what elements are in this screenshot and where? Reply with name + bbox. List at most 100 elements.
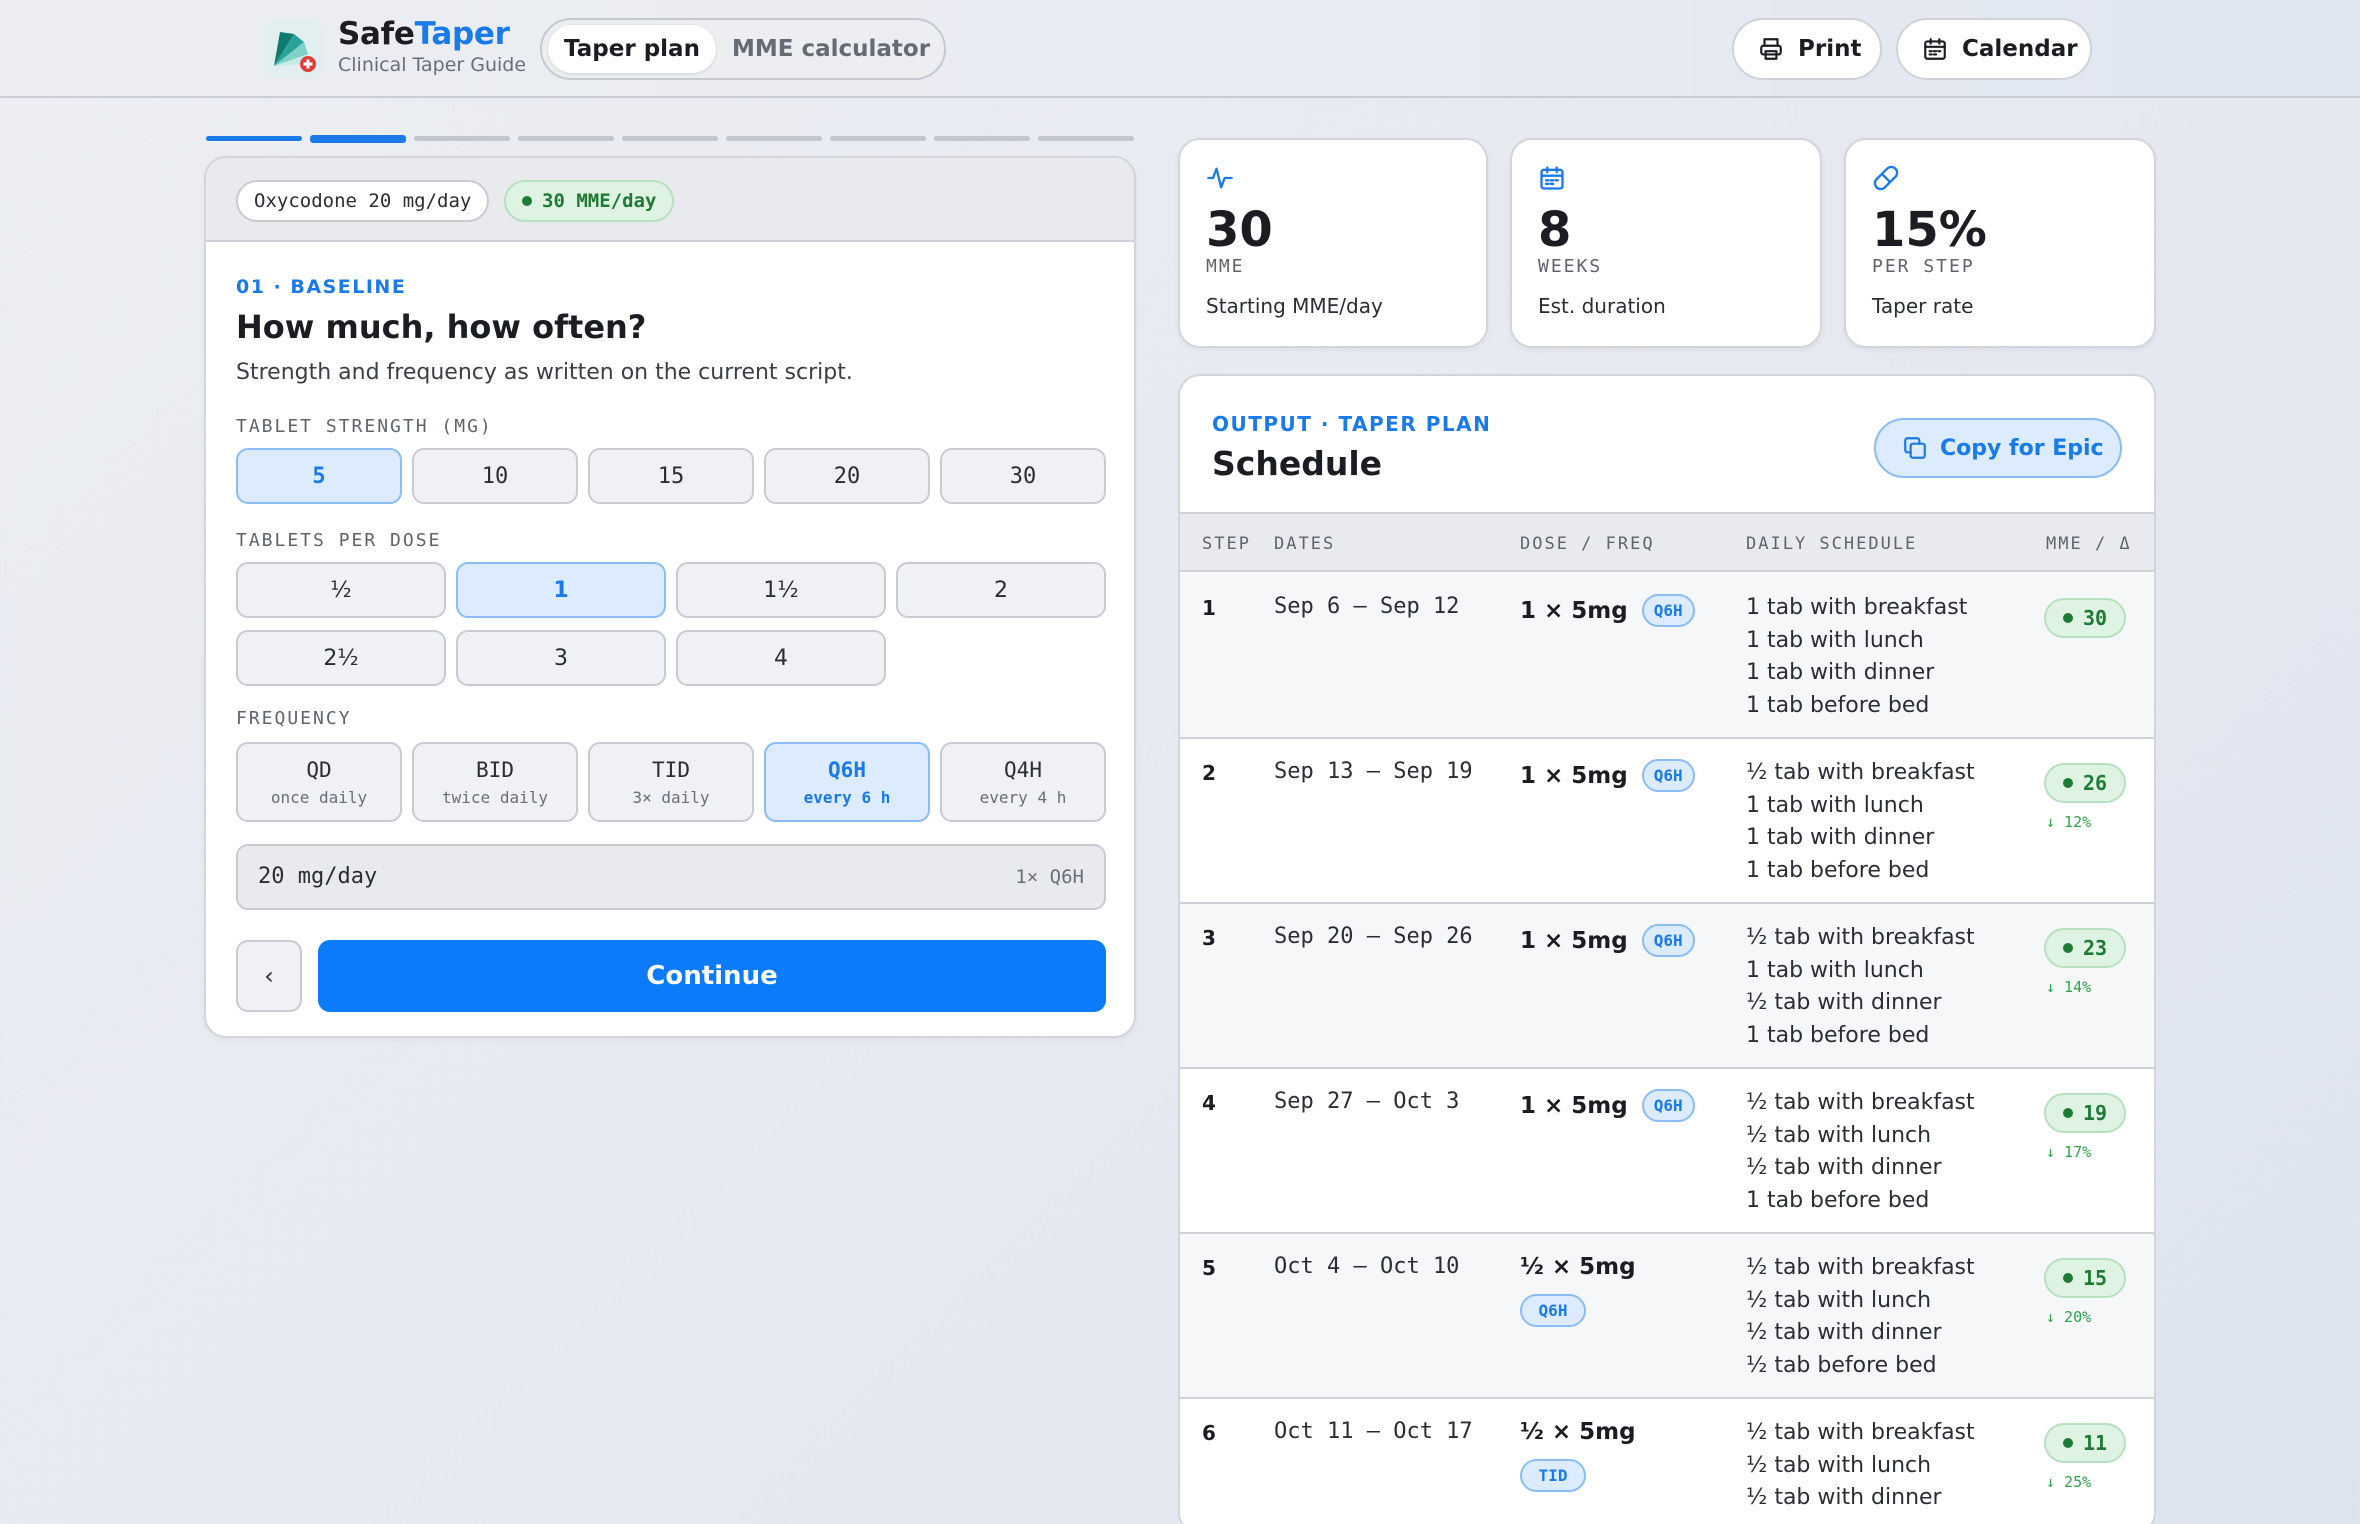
step-dates: Sep 6 – Sep 12 xyxy=(1274,594,1460,619)
mme-badge: 30 xyxy=(2044,598,2126,638)
frequency-badge: Q6H xyxy=(1641,594,1695,627)
schedule-line: ½ tab before bed xyxy=(1746,1352,1937,1378)
schedule-title: Schedule xyxy=(1212,444,1383,483)
schedule-line: 1 tab before bed xyxy=(1746,1022,1930,1048)
mme-value: 23 xyxy=(2082,936,2108,960)
progress-segment xyxy=(934,136,1030,141)
dose-frequency: 1 × 5mg Q6H xyxy=(1520,759,1740,792)
progress-segment xyxy=(1038,136,1134,141)
back-button[interactable]: ‹ xyxy=(236,940,302,1012)
tablets-label: TABLETS PER DOSE xyxy=(236,530,442,551)
strength-option[interactable]: 20 xyxy=(764,448,930,504)
strength-option[interactable]: 30 xyxy=(940,448,1106,504)
mme-delta: ↓ 25% xyxy=(2046,1473,2092,1491)
progress-segment xyxy=(414,136,510,141)
schedule-line: ½ tab with breakfast xyxy=(1746,1255,1975,1280)
mme-cell: 26 ↓ 12% xyxy=(2044,763,2126,831)
step-number: 5 xyxy=(1202,1256,1216,1280)
schedule-line: ½ tab with lunch xyxy=(1746,1122,1932,1148)
table-row: 5 Oct 4 – Oct 10 ½ × 5mg Q6H ½ tab with brea… xyxy=(1180,1234,2154,1399)
calendar-label: Calendar xyxy=(1962,36,2078,62)
frequency-option[interactable]: QD once daily xyxy=(236,742,402,822)
tablets-option[interactable]: 1 xyxy=(456,562,666,618)
progress-segment xyxy=(206,136,302,141)
calendar-button[interactable]: Calendar xyxy=(1896,18,2092,80)
schedule-line: 1 tab with dinner xyxy=(1746,660,1935,685)
tablets-option[interactable]: 4 xyxy=(676,630,886,686)
table-row: 4 Sep 27 – Oct 3 1 × 5mg Q6H ½ tab with brea… xyxy=(1180,1069,2154,1234)
safetaper-logo-icon xyxy=(264,20,322,78)
dose-amount: ½ × 5mg xyxy=(1520,1419,1636,1445)
mme-value: 19 xyxy=(2082,1101,2108,1125)
progress-segment xyxy=(726,136,822,141)
schedule-line: 1 tab with lunch xyxy=(1746,957,1924,983)
step-dates: Sep 20 – Sep 26 xyxy=(1274,924,1473,949)
stat-label: Taper rate xyxy=(1872,294,1974,318)
schedule-line: ½ tab with breakfast xyxy=(1746,925,1975,950)
frequency-badge: TID xyxy=(1520,1459,1586,1492)
frequency-description: every 4 h xyxy=(979,787,1067,807)
tab-taper-plan[interactable]: Taper plan xyxy=(548,25,716,73)
frequency-code: TID xyxy=(652,757,690,782)
stat-value: 30 xyxy=(1206,202,1273,258)
status-dot-icon xyxy=(2062,1438,2073,1448)
frequency-code: BID xyxy=(476,757,514,782)
daily-schedule: ½ tab with breakfast ½ tab with lunch ½ ta… xyxy=(1746,1417,1975,1515)
mme-pill-value: 30 MME/day xyxy=(542,190,657,212)
step-number: 3 xyxy=(1202,926,1216,950)
activity-icon xyxy=(1207,167,1233,189)
schedule-line: ½ tab with dinner xyxy=(1746,1155,1942,1180)
mme-badge: 23 xyxy=(2044,928,2126,968)
mme-pill: 30 MME/day xyxy=(504,180,675,222)
daily-schedule: ½ tab with breakfast ½ tab with lunch ½ ta… xyxy=(1746,1087,1975,1217)
frequency-code: Q6H xyxy=(828,757,866,782)
col-daily-schedule: DAILY SCHEDULE xyxy=(1746,534,1918,554)
frequency-option[interactable]: BID twice daily xyxy=(412,742,578,822)
frequency-option[interactable]: TID 3× daily xyxy=(588,742,754,822)
status-dot-icon xyxy=(2062,778,2073,788)
tablets-option[interactable]: ½ xyxy=(236,562,446,618)
app-header: SafeTaper Clinical Taper Guide Taper pla… xyxy=(0,0,2360,98)
status-dot-icon xyxy=(2062,1108,2073,1118)
schedule-line: 1 tab before bed xyxy=(1746,692,1930,718)
frequency-code: QD xyxy=(306,757,332,782)
step-dates: Oct 11 – Oct 17 xyxy=(1274,1419,1473,1444)
strength-option[interactable]: 15 xyxy=(588,448,754,504)
daily-schedule: 1 tab with breakfast 1 tab with lunch 1 ta… xyxy=(1746,592,1967,722)
dose-amount: 1 × 5mg xyxy=(1520,927,1628,954)
frequency-option[interactable]: Q6H every 6 h xyxy=(764,742,930,822)
mme-value: 26 xyxy=(2082,771,2108,795)
mme-value: 30 xyxy=(2082,606,2108,630)
tablets-option[interactable]: 2 xyxy=(896,562,1106,618)
view-toggle: Taper plan MME calculator xyxy=(540,18,946,80)
schedule-line: ½ tab with dinner xyxy=(1746,990,1942,1015)
status-dot-icon xyxy=(2062,613,2073,623)
step-kicker: 01 · BASELINE xyxy=(236,276,407,298)
tab-mme-calculator[interactable]: MME calculator xyxy=(724,25,938,73)
step-dates: Sep 13 – Sep 19 xyxy=(1274,759,1473,784)
strength-option[interactable]: 10 xyxy=(412,448,578,504)
stat-unit: PER STEP xyxy=(1872,256,1975,277)
mme-cell: 11 ↓ 25% xyxy=(2044,1423,2126,1491)
schedule-line: ½ tab with breakfast xyxy=(1746,1090,1975,1115)
stat-value: 8 xyxy=(1538,202,1572,258)
dose-amount: 1 × 5mg xyxy=(1520,597,1628,624)
continue-button[interactable]: Continue xyxy=(318,940,1106,1012)
tablets-option[interactable]: 1½ xyxy=(676,562,886,618)
schedule-line: 1 tab with breakfast xyxy=(1746,595,1968,620)
print-button[interactable]: Print xyxy=(1732,18,1882,80)
baseline-card: Oxycodone 20 mg/day 30 MME/day 01 · BASE… xyxy=(204,156,1136,1038)
brand: SafeTaper Clinical Taper Guide xyxy=(338,16,526,76)
copy-label: Copy for Epic xyxy=(1940,435,2104,461)
tablets-option[interactable]: 2½ xyxy=(236,630,446,686)
col-mme-delta: MME / Δ xyxy=(2046,534,2132,554)
progress-segment xyxy=(622,136,718,141)
brand-subtitle: Clinical Taper Guide xyxy=(338,54,527,76)
strength-option[interactable]: 5 xyxy=(236,448,402,504)
frequency-option[interactable]: Q4H every 4 h xyxy=(940,742,1106,822)
frequency-code: Q4H xyxy=(1004,757,1042,782)
tablets-option[interactable]: 3 xyxy=(456,630,666,686)
copy-for-epic-button[interactable]: Copy for Epic xyxy=(1874,418,2122,478)
dose-summary: 20 mg/day 1× Q6H xyxy=(236,844,1106,910)
mme-badge: 26 xyxy=(2044,763,2126,803)
